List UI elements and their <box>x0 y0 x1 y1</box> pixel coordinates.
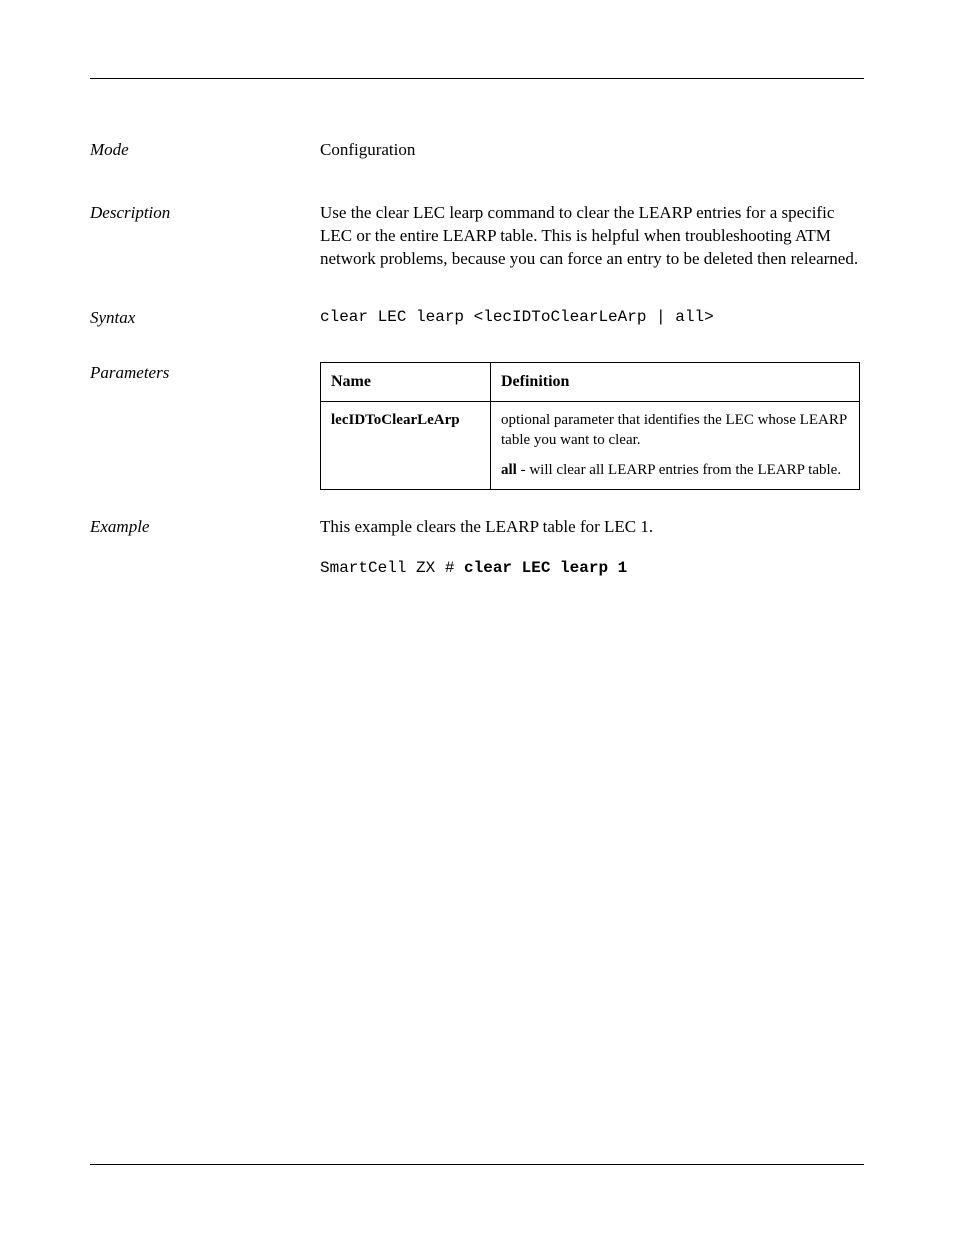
mode-label: Mode <box>90 139 320 160</box>
param-def-line1: optional parameter that identifies the L… <box>501 410 849 451</box>
mode-value: Configuration <box>320 139 860 162</box>
description-text: Use the clear LEC learp command to clear… <box>320 202 860 271</box>
example-row: Example This example clears the LEARP ta… <box>90 516 864 539</box>
param-def-line2: all - will clear all LEARP entries from … <box>501 460 849 480</box>
top-divider <box>90 78 864 79</box>
page-container: Mode Configuration Description Use the c… <box>0 0 954 637</box>
syntax-command: clear LEC learp <lecIDToClearLeArp | all… <box>320 307 860 329</box>
table-row: lecIDToClearLeArp optional parameter tha… <box>321 401 860 489</box>
example-command-line: SmartCell ZX # clear LEC learp 1 <box>320 559 864 577</box>
header-name: Name <box>321 363 491 402</box>
table-header-row: Name Definition <box>321 363 860 402</box>
parameters-row: Parameters Name Definition lecIDToClearL… <box>90 362 864 489</box>
parameters-table-wrap: Name Definition lecIDToClearLeArp option… <box>320 362 860 489</box>
description-row: Description Use the clear LEC learp comm… <box>90 202 864 271</box>
example-prompt: SmartCell ZX # <box>320 559 454 577</box>
mode-row: Mode Configuration <box>90 139 864 162</box>
param-def-cell: optional parameter that identifies the L… <box>491 401 860 489</box>
example-label: Example <box>90 516 320 537</box>
header-definition: Definition <box>491 363 860 402</box>
syntax-row: Syntax clear LEC learp <lecIDToClearLeAr… <box>90 307 864 329</box>
parameters-label: Parameters <box>90 362 320 383</box>
syntax-label: Syntax <box>90 307 320 328</box>
parameters-table: Name Definition lecIDToClearLeArp option… <box>320 362 860 489</box>
example-intro: This example clears the LEARP table for … <box>320 516 860 539</box>
param-def-all-bold: all <box>501 462 517 478</box>
example-command: clear LEC learp 1 <box>454 559 627 577</box>
bottom-divider <box>90 1164 864 1165</box>
param-def-line2-rest: - will clear all LEARP entries from the … <box>517 462 841 478</box>
param-name-cell: lecIDToClearLeArp <box>321 401 491 489</box>
description-label: Description <box>90 202 320 223</box>
